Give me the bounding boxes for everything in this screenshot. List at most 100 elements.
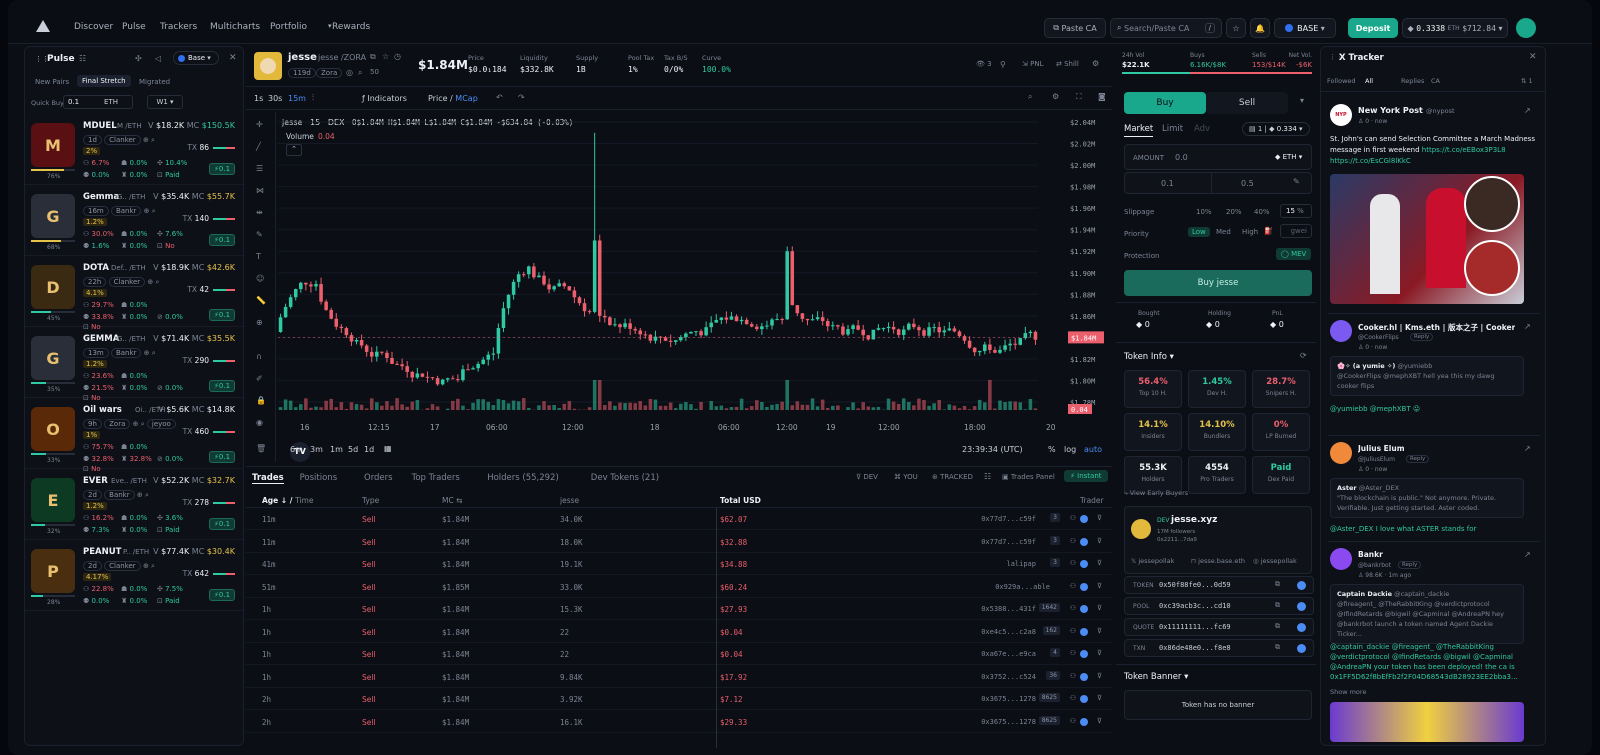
- filter-icon[interactable]: ⊽: [1097, 537, 1102, 545]
- eye-icon[interactable]: ◉: [256, 418, 263, 427]
- trader-address[interactable]: lalipap: [1006, 560, 1036, 568]
- filter-icon[interactable]: ⊽: [1097, 717, 1102, 725]
- quoted-post[interactable]: Aster @Aster_DEX "The blockchain is publi…: [1330, 478, 1524, 518]
- external-link-icon[interactable]: ↗: [1524, 322, 1531, 331]
- filter-icon[interactable]: ⊽: [1097, 627, 1102, 635]
- chain-filter[interactable]: Base ▾: [173, 51, 219, 65]
- watchers[interactable]: 👁 3: [976, 60, 992, 68]
- copy-icon[interactable]: ⧉: [370, 52, 376, 62]
- token-info-card[interactable]: 28.7% Snipers H.: [1252, 370, 1310, 408]
- slippage-10[interactable]: 10%: [1196, 208, 1212, 216]
- nav-discover[interactable]: Discover: [74, 22, 113, 32]
- filter-you[interactable]: ⌘ YOU: [894, 473, 918, 481]
- web-icon[interactable]: ⊕: [147, 278, 153, 286]
- trader-address[interactable]: 0x5388...431f: [981, 605, 1036, 613]
- pencil-lock-icon[interactable]: ✐: [256, 374, 263, 383]
- trader-address[interactable]: 0x77d7...c59f: [981, 538, 1036, 546]
- col-mc[interactable]: MC ⇆: [442, 496, 462, 505]
- interval-15m[interactable]: 15m: [288, 94, 306, 103]
- logo-icon[interactable]: [36, 20, 50, 32]
- token-info-card[interactable]: 0% LP Burned: [1252, 413, 1310, 451]
- table-row[interactable]: 51m Sell $1.85M 33.0K $60.24 0x929a...able ⚇ ⊽: [246, 576, 1112, 598]
- chain-selector[interactable]: BASE ▾: [1274, 18, 1336, 38]
- chevron-down-icon[interactable]: ▾: [1300, 96, 1304, 105]
- emoji-icon[interactable]: ☺: [256, 274, 264, 283]
- dev-link-basename[interactable]: ⊓ jesse.base.eth: [1191, 557, 1245, 565]
- table-row[interactable]: 11m Sell $1.84M 18.0K $32.88 0x77d7...c59f 3 ⚇ ⊽: [246, 531, 1112, 553]
- text-icon[interactable]: T: [256, 252, 261, 261]
- sort-count[interactable]: ⇅ 1: [1521, 77, 1533, 85]
- quick-buy-input[interactable]: 0.1 ETH: [63, 95, 133, 109]
- table-row[interactable]: 1h Sell $1.84M 9.84K $17.92 0x3752...c524 36 ⚇ ⊽: [246, 666, 1112, 688]
- table-row[interactable]: 11m Sell $1.84M 34.0K $62.07 0x77d7...c59f 3 ⚇ ⊽: [246, 508, 1112, 530]
- price-chart[interactable]: $2.04M $2.02M $2.00M $1.98M $1.96M $1.94M $1.9…: [278, 112, 1110, 460]
- copy-icon[interactable]: ⧉: [1275, 622, 1280, 631]
- preset-0-5[interactable]: 0.5: [1241, 179, 1254, 188]
- quick-buy-button[interactable]: ⚡0.1: [209, 451, 235, 463]
- nav-portfolio[interactable]: Portfolio: [270, 22, 307, 32]
- sliders-icon[interactable]: ☷: [984, 472, 991, 481]
- avatar[interactable]: [1516, 18, 1536, 38]
- buy-tab[interactable]: Buy: [1124, 92, 1206, 114]
- table-row[interactable]: 2h Sell $1.84M 3.92K $7.12 0x3675...1278 8625 ⚇…: [246, 688, 1112, 710]
- trader-address[interactable]: 0x3675...1278: [981, 695, 1036, 703]
- filter-icon[interactable]: ⊽: [1097, 604, 1102, 612]
- magnet-icon[interactable]: ∩: [256, 352, 262, 361]
- ruler-icon[interactable]: 📏: [256, 296, 266, 305]
- quick-buy-button[interactable]: ⚡0.1: [209, 589, 235, 601]
- web-icon[interactable]: ⊕: [137, 491, 143, 499]
- search-icon[interactable]: ⌕: [151, 562, 155, 570]
- trades-tab[interactable]: Holders (55,292): [487, 473, 559, 483]
- mev-toggle[interactable]: ◯ MEV: [1276, 248, 1312, 260]
- price-toggle[interactable]: Price / MCap: [428, 94, 478, 103]
- address-row[interactable]: TOKEN 0x50f88fe0...0d59 ⧉: [1124, 576, 1314, 594]
- tab-followed[interactable]: Followed: [1327, 77, 1356, 85]
- gear-icon[interactable]: ⚙: [1052, 92, 1059, 101]
- token-info-card[interactable]: 56.4% Top 10 H.: [1124, 370, 1182, 408]
- pulse-token-card[interactable]: G 68% Gemma G.. /ETH V $35.4K MC $55.7K 16m B…: [25, 186, 243, 256]
- post-image[interactable]: [1330, 174, 1524, 304]
- bell-icon[interactable]: 🔔: [1250, 18, 1270, 38]
- pulse-token-card[interactable]: P 28% PEANUT P.. /ETH V $77.4K MC $30.4K 2d C…: [25, 541, 243, 611]
- trader-address[interactable]: 0xa67e...e9ca: [981, 650, 1036, 658]
- show-more-link[interactable]: Show more: [1330, 688, 1366, 696]
- refresh-icon[interactable]: ⟳: [1300, 351, 1307, 360]
- buy-token-button[interactable]: Buy jesse: [1124, 270, 1312, 296]
- trades-tab[interactable]: Top Traders: [412, 473, 460, 483]
- sell-tab[interactable]: Sell: [1206, 92, 1288, 114]
- scale-auto[interactable]: auto: [1084, 445, 1102, 454]
- trader-address[interactable]: 0x77d7...c59f: [981, 515, 1036, 523]
- zoom-in-icon[interactable]: ⊕: [256, 318, 263, 327]
- pulse-token-card[interactable]: E 32% EVER Eve.. /ETH V $52.2K MC $32.7K 2d B…: [25, 470, 243, 540]
- filter-icon[interactable]: ⊽: [1097, 649, 1102, 657]
- search-icon[interactable]: ⌕: [152, 349, 156, 357]
- trades-tab[interactable]: Positions: [300, 473, 338, 483]
- table-row[interactable]: 41m Sell $1.84M 19.1K $34.88 lalipap 3 ⚇ ⊽: [246, 553, 1112, 575]
- x-post[interactable]: Julius Elum ↗ @JuliusElum Reply ♙ 0 · now Ast…: [1328, 440, 1540, 542]
- pulse-token-card[interactable]: O 33% Oil wars Oi.. /ETH V $5.6K MC $14.8K 9h…: [25, 399, 243, 473]
- range-1d[interactable]: 1d: [364, 445, 374, 454]
- web-icon[interactable]: ⊕: [143, 562, 149, 570]
- external-link-icon[interactable]: ↗: [1524, 550, 1531, 559]
- dev-address[interactable]: 0x2211...7da9: [1157, 537, 1197, 543]
- range-3m[interactable]: 3m: [310, 445, 323, 454]
- clock-icon[interactable]: ◷: [394, 52, 401, 61]
- view-early-buyers[interactable]: ⤷ View Early Buyers: [1124, 489, 1188, 498]
- quick-buy-button[interactable]: ⚡0.1: [209, 518, 235, 530]
- web-icon[interactable]: ⊕: [143, 136, 149, 144]
- filter-icon[interactable]: ✣: [135, 54, 142, 63]
- copy-icon[interactable]: ⧉: [1275, 580, 1280, 589]
- trades-tab[interactable]: Dev Tokens (21): [591, 473, 659, 483]
- preset-selector[interactable]: W1 ▾: [147, 95, 183, 109]
- web-icon[interactable]: ⊕: [144, 349, 150, 357]
- nav-trackers[interactable]: Trackers: [160, 22, 197, 32]
- slippage-custom[interactable]: 15 %: [1280, 204, 1312, 218]
- trades-tab[interactable]: Orders: [364, 473, 393, 483]
- priority-high[interactable]: High: [1242, 228, 1258, 236]
- address-row[interactable]: TXN 0x86de48e0...f8e8 ⧉: [1124, 639, 1314, 657]
- trader-address[interactable]: 0x3752...c524: [981, 673, 1036, 681]
- quoted-post[interactable]: Captain Dackie @captain_dackie @fireagent…: [1330, 584, 1524, 644]
- table-row[interactable]: 2h Sell $1.84M 16.1K $29.33 0x3675...1278 8625…: [246, 711, 1112, 733]
- search-icon[interactable]: ⌕: [152, 207, 156, 215]
- paste-ca-button[interactable]: ⧉ Paste CA: [1044, 18, 1106, 38]
